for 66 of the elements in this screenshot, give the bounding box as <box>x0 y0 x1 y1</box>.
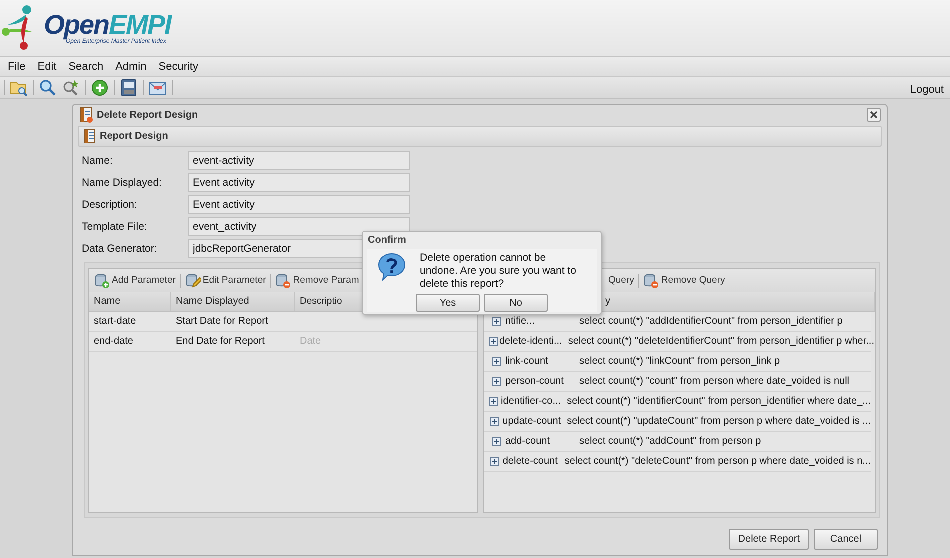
expand-icon[interactable] <box>490 457 500 466</box>
question-icon <box>377 252 407 282</box>
expand-icon[interactable] <box>489 397 498 406</box>
expand-icon[interactable] <box>490 417 500 426</box>
logout-link[interactable]: Logout <box>910 84 944 96</box>
expand-icon[interactable] <box>488 337 498 346</box>
action-button[interactable]: Delete Report <box>729 529 809 550</box>
toolbar-button[interactable]: Add Parameter <box>93 272 177 288</box>
magnifier-star-icon[interactable] <box>62 78 80 96</box>
dialog-button[interactable]: Yes <box>416 294 480 312</box>
field-label: Description: <box>82 198 138 210</box>
toolbar-button[interactable]: Remove Query <box>642 272 726 288</box>
toolbar-button[interactable]: Remove Param <box>274 272 360 288</box>
menu-item[interactable]: Search <box>62 58 110 76</box>
text-field[interactable]: Event activity <box>188 173 410 192</box>
menu-item[interactable]: File <box>2 58 32 76</box>
search-icon[interactable] <box>39 78 57 96</box>
table-cell-text: select count(*) "linkCount" from person_link p <box>578 356 780 367</box>
close-button[interactable] <box>867 108 881 122</box>
menu-item[interactable]: Edit <box>32 58 63 76</box>
table-cell-text: delete-count <box>502 456 559 467</box>
table-cell-text: select count(*) "identifierCount" from person_identifier where date_... <box>566 396 871 407</box>
add-icon[interactable] <box>91 78 109 96</box>
table-cell-text: select count(*) "deleteIdentifierCount" from person_identifier p wher... <box>567 336 874 347</box>
expand-icon[interactable] <box>492 357 500 366</box>
expand-icon[interactable] <box>492 437 500 446</box>
window-title: Delete Report Design <box>97 110 198 120</box>
panel-title: Report Design <box>100 131 168 142</box>
expand-icon[interactable] <box>492 317 500 326</box>
table-cell-text: select count(*) "addCount" from person p <box>578 436 762 447</box>
text-field[interactable]: event_activity <box>188 217 410 236</box>
menu-item[interactable]: Admin <box>110 58 153 76</box>
expand-icon[interactable] <box>492 377 500 386</box>
text-field[interactable]: event-activity <box>188 151 410 170</box>
table-cell-text: person-count <box>504 376 565 387</box>
table-cell-text: update-count <box>502 416 562 427</box>
table-cell-text: identifier-co... <box>500 396 562 407</box>
text-field[interactable]: Event activity <box>188 195 410 214</box>
field-label: Data Generator: <box>82 242 158 254</box>
database-minus-icon <box>643 272 660 288</box>
dialog-button[interactable]: No <box>484 294 548 312</box>
field-label: Name Displayed: <box>82 176 163 188</box>
field-label: Template File: <box>82 220 148 232</box>
menu-item[interactable]: Security <box>152 58 204 76</box>
table-cell-text: select count(*) "addIdentifierCount" from person_identifier p <box>578 316 843 327</box>
table-cell-text: link-count <box>504 356 550 367</box>
database-minus-icon <box>275 272 292 288</box>
document-icon <box>84 129 96 144</box>
column-header[interactable]: Name Displayed <box>171 292 295 311</box>
dialog-message: Delete operation cannot be undone. Are you sure you want to delete this report? <box>420 252 576 290</box>
table-cell-text: delete-identi... <box>498 336 562 347</box>
action-button[interactable]: Cancel <box>814 529 878 550</box>
field-label: Name: <box>82 154 114 166</box>
toolbar-button[interactable]: Query <box>608 275 636 286</box>
database-pencil-icon <box>184 272 201 288</box>
report-icon <box>80 107 94 123</box>
logo-text: OpenEMPI <box>44 10 172 38</box>
table-cell-text: ntifie... <box>504 316 536 327</box>
table-cell-text: select count(*) "updateCount" from person p where date_voided is ... <box>566 416 871 427</box>
column-header[interactable]: Name <box>89 292 171 311</box>
toolbar-button[interactable]: Edit Parameter <box>184 272 268 288</box>
database-plus-icon <box>94 272 110 288</box>
table-cell-text: select count(*) "deleteCount" from person p where date_voided is n... <box>564 456 871 467</box>
table-cell-text: select count(*) "count" from person where date_voided is null <box>578 376 850 387</box>
close-icon <box>870 111 878 119</box>
table-cell-text: add-count <box>504 436 551 447</box>
